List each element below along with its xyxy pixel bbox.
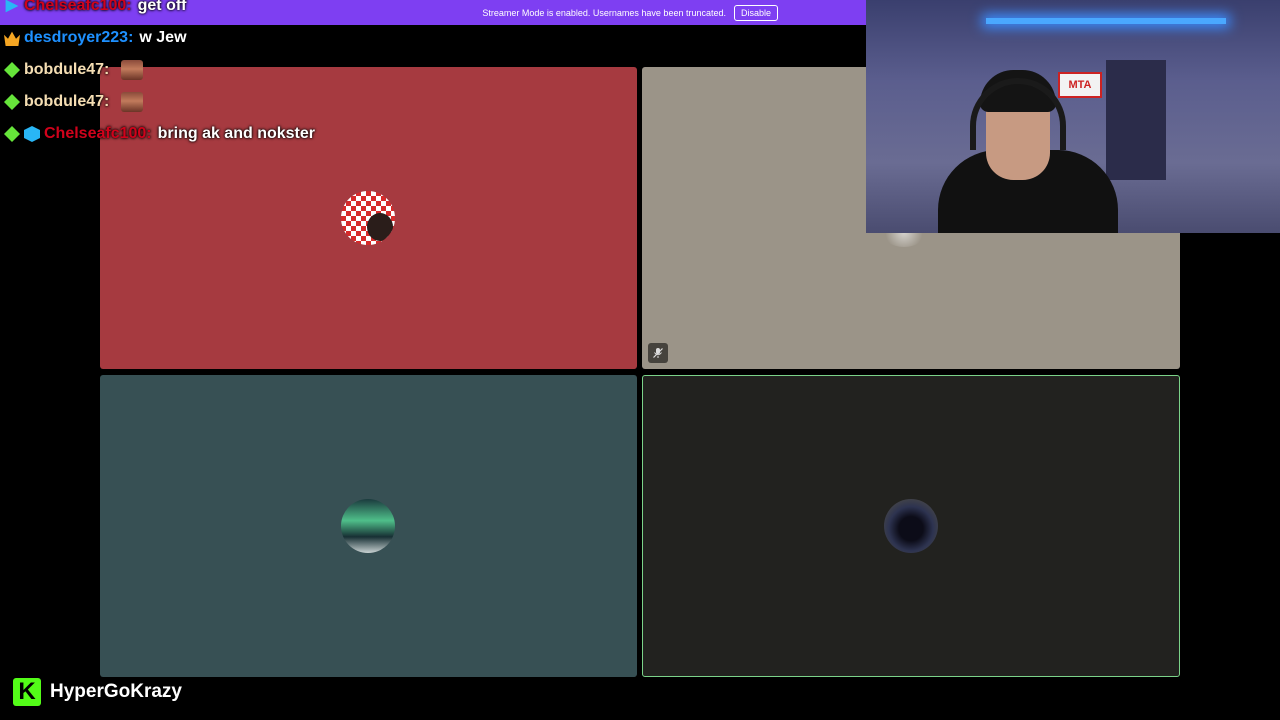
face-emote	[121, 60, 144, 80]
face-emote	[121, 92, 144, 112]
participant-tile-3[interactable]	[100, 375, 637, 677]
aurora-avatar	[341, 499, 395, 553]
disable-button[interactable]: Disable	[733, 4, 778, 21]
chat-overlay: Chelseafc100: get off desdroyer223: w Je…	[4, 0, 524, 150]
cube-icon	[24, 126, 40, 142]
chat-text: w Jew	[139, 29, 187, 46]
chat-username: Chelseafc100:	[44, 125, 152, 142]
gem-icon	[4, 94, 20, 110]
chat-message: Chelseafc100: bring ak and nokster	[4, 118, 524, 150]
gem-icon	[4, 62, 20, 78]
led-light-strip	[986, 18, 1226, 24]
play-icon	[5, 0, 19, 13]
chat-text: get off	[137, 0, 187, 14]
chat-username: Chelseafc100:	[24, 0, 132, 14]
wolf-avatar	[884, 499, 938, 553]
participant-tile-4[interactable]	[642, 375, 1180, 677]
mic-muted-icon	[648, 343, 668, 363]
crown-icon	[4, 31, 20, 46]
chat-username: desdroyer223:	[24, 29, 134, 46]
chat-message: bobdule47:	[4, 54, 524, 86]
chat-username: bobdule47:	[24, 93, 110, 110]
gem-icon	[4, 126, 20, 142]
wall-sign: MTA	[1058, 72, 1102, 98]
stream-frame: Streamer Mode is enabled. Usernames have…	[0, 0, 1280, 720]
chat-message: Chelseafc100: get off	[4, 0, 524, 22]
streamer-webcam: MTA	[866, 0, 1280, 233]
checkered-avatar	[341, 191, 395, 245]
chat-message: desdroyer223: w Jew	[4, 22, 524, 54]
channel-name: HyperGoKrazy	[50, 681, 182, 702]
kick-logo-icon: K	[13, 678, 41, 706]
channel-logo: K HyperGoKrazy	[13, 678, 182, 706]
chat-text: bring ak and nokster	[157, 125, 315, 142]
background-doorway	[1106, 60, 1166, 180]
chat-username: bobdule47:	[24, 61, 110, 78]
chat-message: bobdule47:	[4, 86, 524, 118]
